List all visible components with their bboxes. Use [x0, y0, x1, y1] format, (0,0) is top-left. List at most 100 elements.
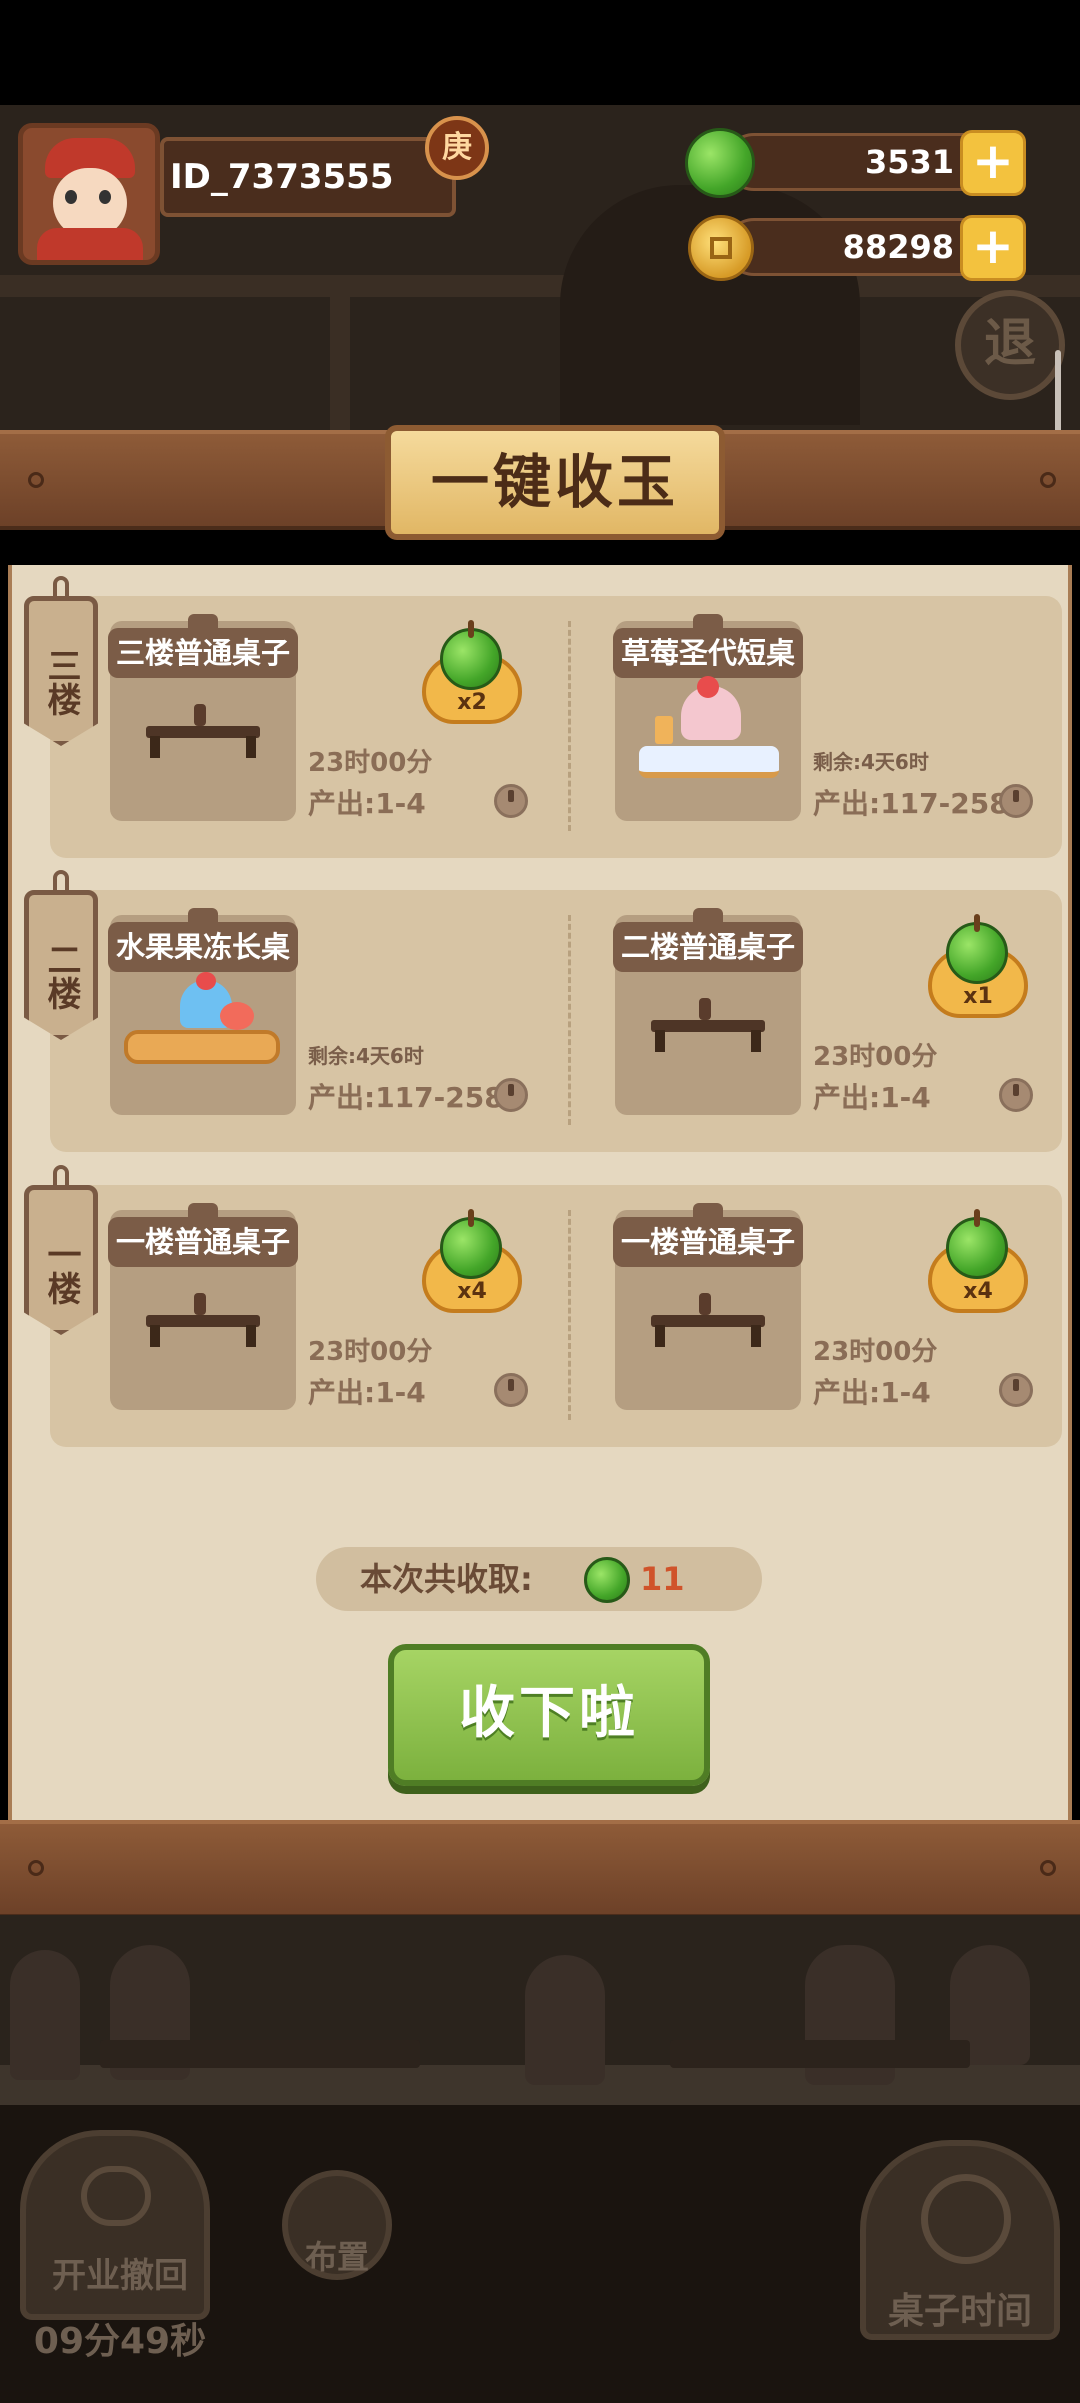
avatar-eye [65, 190, 77, 204]
background-waiter [525, 1955, 605, 2085]
label-notch [693, 908, 723, 922]
table-leg [655, 1030, 665, 1052]
jade-reward-count: x4 [457, 1279, 487, 1304]
label-notch [693, 614, 723, 628]
jade-reward-badge: x1 [928, 914, 1028, 1022]
sundae-table-icon [639, 746, 779, 778]
jade-reward-badge: x2 [422, 620, 522, 728]
table-icon [651, 1315, 765, 1327]
add-jade-button[interactable]: + [960, 130, 1026, 196]
jade-icon [685, 128, 755, 198]
output-coin-icon [999, 1078, 1033, 1112]
teapot-icon [699, 1293, 711, 1315]
table-icon [651, 1020, 765, 1032]
output-coin-icon [494, 1078, 528, 1112]
output-coin-icon [494, 784, 528, 818]
jade-reward-badge: x4 [928, 1209, 1028, 1317]
table-time: 23时00分 [813, 1042, 938, 1072]
jade-icon [584, 1557, 630, 1603]
table-output: 产出:1-4 [308, 1376, 426, 1409]
jade-reward-count: x1 [963, 984, 993, 1009]
table-remaining: 剩余:4天6时 [308, 1044, 424, 1068]
row-divider [568, 915, 571, 1125]
collect-button[interactable]: 收下啦 [388, 1644, 710, 1786]
player-id: ID_7373555 [160, 137, 456, 217]
table-name: 一楼普通桌子 [613, 1217, 803, 1267]
label-notch [693, 1203, 723, 1217]
table-leg [246, 1325, 256, 1347]
table-icon [146, 726, 260, 738]
cherry-icon [196, 972, 216, 990]
background-beam [0, 275, 1080, 297]
background-table [670, 2040, 970, 2068]
table-leg [655, 1325, 665, 1347]
background-table [100, 2040, 420, 2068]
table-name: 草莓圣代短桌 [613, 628, 803, 678]
avatar-eye [99, 190, 111, 204]
jade-string [974, 1209, 980, 1227]
nail [28, 1860, 44, 1876]
table-name: 三楼普通桌子 [108, 628, 298, 678]
total-value: 11 [640, 1560, 685, 1598]
label-notch [188, 1203, 218, 1217]
floor-label: 一楼 [24, 1185, 98, 1335]
background-customer [10, 1950, 80, 2080]
jade-reward-count: x2 [457, 690, 487, 715]
arrange-label: 布置 [304, 2238, 369, 2276]
table-output: 产出:117-258 [308, 1081, 504, 1114]
label-notch [188, 614, 218, 628]
floor-label: 三楼 [24, 596, 98, 746]
panel-bottom-plank [0, 1820, 1080, 1918]
table-leg [150, 736, 160, 758]
floor-label: 二楼 [24, 890, 98, 1040]
undo-timer: 09分49秒 [33, 2321, 207, 2362]
table-name: 水果果冻长桌 [108, 922, 298, 972]
table-leg [150, 1325, 160, 1347]
background-post [330, 285, 350, 435]
output-coin-icon [999, 784, 1033, 818]
table-output: 产出:117-258 [813, 787, 1009, 820]
total-label: 本次共收取: [360, 1560, 533, 1598]
table-leg [751, 1325, 761, 1347]
output-coin-icon [999, 1373, 1033, 1407]
row-divider [568, 621, 571, 831]
jade-string [974, 914, 980, 932]
panel-title: 一键收玉 [385, 425, 725, 540]
teapot-icon [194, 704, 206, 726]
jade-reward-count: x4 [963, 1279, 993, 1304]
table-output: 产出:1-4 [813, 1081, 931, 1114]
exit-button[interactable]: 退 [955, 290, 1065, 400]
apple-icon [220, 1002, 254, 1030]
jade-string [468, 620, 474, 638]
label-notch [188, 908, 218, 922]
rank-badge: 庚 [425, 116, 489, 180]
jade-reward-badge: x4 [422, 1209, 522, 1317]
teapot-icon [699, 998, 711, 1020]
table-output: 产出:1-4 [308, 787, 426, 820]
table-time: 23时00分 [308, 748, 433, 778]
table-name: 一楼普通桌子 [108, 1217, 298, 1267]
nail [1040, 472, 1056, 488]
table-icon [146, 1315, 260, 1327]
table-output: 产出:1-4 [813, 1376, 931, 1409]
avatar-robe [37, 228, 143, 260]
output-coin-icon [494, 1373, 528, 1407]
teapot-icon [194, 1293, 206, 1315]
add-coin-button[interactable]: + [960, 215, 1026, 281]
player-avatar[interactable] [18, 123, 160, 265]
undo-icon [81, 2166, 151, 2226]
nail [28, 472, 44, 488]
undo-label: 开业撤回 [52, 2256, 188, 2296]
row-divider [568, 1210, 571, 1420]
nail [1040, 1860, 1056, 1876]
coin-icon [688, 215, 754, 281]
total-collected-bar: 本次共收取: 11 [316, 1547, 762, 1611]
clock-icon [921, 2174, 1011, 2264]
strawberry-icon [697, 676, 719, 698]
table-leg [751, 1030, 761, 1052]
drink-icon [655, 716, 673, 744]
table-leg [246, 736, 256, 758]
table-time: 23时00分 [813, 1337, 938, 1367]
jade-string [468, 1209, 474, 1227]
table-time-label: 桌子时间 [887, 2291, 1032, 2332]
